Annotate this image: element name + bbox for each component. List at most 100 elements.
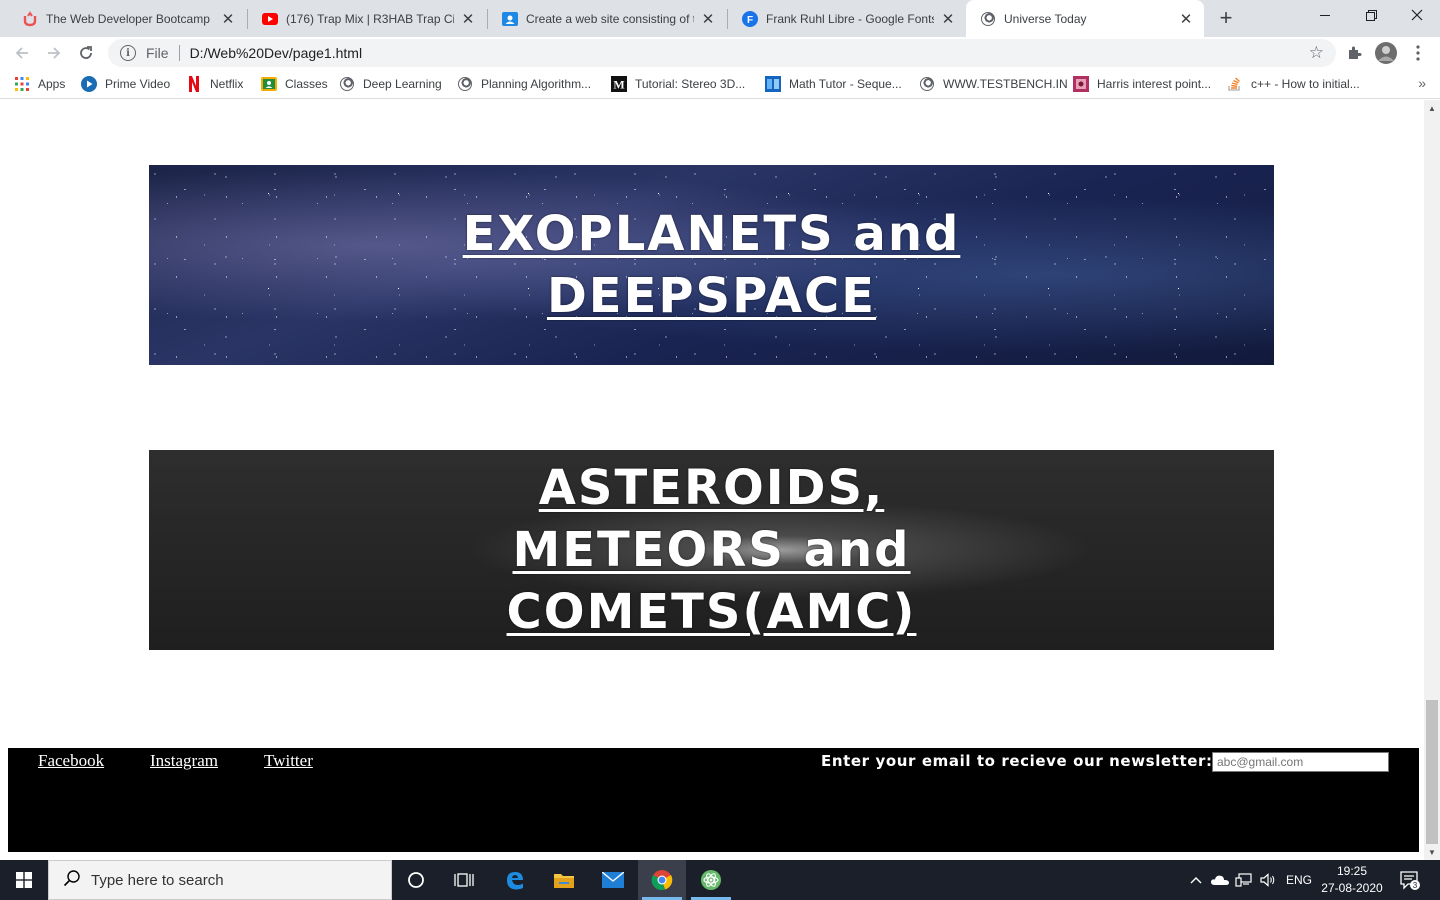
edge-browser-icon[interactable] <box>491 860 539 900</box>
reload-icon[interactable] <box>74 41 98 65</box>
chrome-icon[interactable] <box>638 860 686 900</box>
tab-strip: The Web Developer Bootcamp | U ✕ (176) T… <box>0 0 1440 37</box>
taskbar-search-box[interactable]: Type here to search <box>48 860 392 900</box>
clock-time: 19:25 <box>1336 864 1368 878</box>
extensions-icon[interactable] <box>1342 41 1366 65</box>
bookmark-star-icon[interactable]: ☆ <box>1309 43 1324 63</box>
tab-web-developer-bootcamp[interactable]: The Web Developer Bootcamp | U ✕ <box>8 0 246 37</box>
search-placeholder: Type here to search <box>91 871 224 889</box>
bookmark-netflix[interactable]: Netflix <box>186 75 243 93</box>
bookmark-label: Classes <box>285 77 328 91</box>
bookmark-planning-algorithm[interactable]: Planning Algorithm... <box>457 75 591 93</box>
clock-date: 27-08-2020 <box>1321 881 1383 895</box>
scrollbar-thumb[interactable] <box>1426 700 1438 844</box>
close-tab-icon[interactable]: ✕ <box>940 11 956 28</box>
onedrive-cloud-icon[interactable] <box>1208 860 1232 900</box>
forward-arrow-icon[interactable] <box>42 41 66 65</box>
address-url[interactable]: D:/Web%20Dev/page1.html <box>190 45 363 61</box>
tab-title: Frank Ruhl Libre - Google Fonts <box>766 11 934 26</box>
fonts-icon: F <box>742 10 758 27</box>
bookmark-label: Apps <box>38 77 66 91</box>
bookmark-label: Tutorial: Stereo 3D... <box>635 77 746 91</box>
medium-icon: M <box>611 76 627 92</box>
newsletter-email-input[interactable] <box>1212 752 1389 772</box>
newsletter-label: Enter your email to recieve our newslett… <box>821 752 1213 770</box>
bookmark-deep-learning[interactable]: Deep Learning <box>339 75 442 93</box>
stackoverflow-icon <box>1227 76 1243 92</box>
input-language[interactable]: ENG <box>1282 860 1316 900</box>
bookmark-classes[interactable]: Classes <box>261 75 328 93</box>
restore-icon[interactable] <box>1348 0 1394 30</box>
tab-title: Universe Today <box>1004 11 1087 26</box>
udemy-icon <box>22 10 38 27</box>
tab-frank-ruhl-libre[interactable]: F Frank Ruhl Libre - Google Fonts ✕ <box>728 0 966 37</box>
globe-icon <box>339 76 355 92</box>
show-hidden-icons-chevron-icon[interactable] <box>1184 860 1208 900</box>
bookmark-label: Netflix <box>210 77 244 91</box>
close-tab-icon[interactable]: ✕ <box>1178 11 1194 28</box>
volume-icon[interactable] <box>1256 860 1280 900</box>
bookmarks-bar: Apps Prime Video Netflix Classes Deep Le… <box>0 69 1440 99</box>
globe-icon <box>919 76 935 92</box>
page-footer: Facebook Instagram Twitter Enter your em… <box>8 748 1419 852</box>
bookmark-apps[interactable]: Apps <box>14 75 65 93</box>
address-scheme: File <box>146 45 169 61</box>
close-tab-icon[interactable]: ✕ <box>700 11 716 28</box>
tab-title: Create a web site consisting of tw <box>526 11 694 26</box>
task-view-icon[interactable] <box>440 860 488 900</box>
vertical-scrollbar[interactable]: ▲ ▼ <box>1424 100 1440 860</box>
tab-title: The Web Developer Bootcamp | U <box>46 11 214 26</box>
address-bar[interactable]: i File D:/Web%20Dev/page1.html ☆ <box>108 39 1336 67</box>
bookmark-cpp-initialize[interactable]: c++ - How to initial... <box>1227 75 1360 93</box>
network-icon[interactable] <box>1232 860 1256 900</box>
atom-editor-icon[interactable] <box>687 860 735 900</box>
prime-video-icon <box>81 76 97 92</box>
bookmark-label: c++ - How to initial... <box>1251 77 1360 91</box>
mail-icon[interactable] <box>589 860 637 900</box>
minimize-icon[interactable] <box>1302 0 1348 30</box>
bookmark-testbench[interactable]: WWW.TESTBENCH.IN <box>919 75 1068 93</box>
file-explorer-icon[interactable] <box>540 860 588 900</box>
globe-icon <box>457 76 473 92</box>
bookmark-label: Planning Algorithm... <box>481 77 592 91</box>
bookmark-harris-interest-point[interactable]: Harris interest point... <box>1073 75 1211 93</box>
tab-create-web-site[interactable]: Create a web site consisting of tw ✕ <box>488 0 726 37</box>
netflix-icon <box>186 76 202 92</box>
apps-grid-icon <box>14 76 30 92</box>
exoplanets-banner-title[interactable]: EXOPLANETS and DEEPSPACE <box>452 203 972 327</box>
tab-universe-today[interactable]: Universe Today ✕ <box>966 0 1204 37</box>
notification-count: 3 <box>1413 881 1418 890</box>
exoplanets-banner[interactable]: EXOPLANETS and DEEPSPACE <box>149 165 1274 365</box>
math-icon <box>765 76 781 92</box>
back-arrow-icon[interactable] <box>10 41 34 65</box>
bookmark-label: Prime Video <box>105 77 171 91</box>
cortana-icon[interactable] <box>392 860 440 900</box>
close-tab-icon[interactable]: ✕ <box>460 11 476 28</box>
close-tab-icon[interactable]: ✕ <box>220 11 236 28</box>
twitter-link[interactable]: Twitter <box>264 751 313 771</box>
search-icon <box>63 869 81 892</box>
scroll-down-arrow-icon[interactable]: ▼ <box>1424 844 1440 860</box>
bookmark-label: Deep Learning <box>363 77 442 91</box>
taskbar-clock[interactable]: 19:25 27-08-2020 <box>1318 863 1386 897</box>
instagram-link[interactable]: Instagram <box>150 751 218 771</box>
globe-icon <box>980 11 996 27</box>
scroll-up-arrow-icon[interactable]: ▲ <box>1424 100 1440 116</box>
facebook-link[interactable]: Facebook <box>38 751 104 771</box>
tab-trap-mix[interactable]: (176) Trap Mix | R3HAB Trap City ✕ <box>248 0 486 37</box>
bookmark-prime-video[interactable]: Prime Video <box>81 75 170 93</box>
asteroids-banner[interactable]: ASTEROIDS, METEORS and COMETS(AMC) <box>149 450 1274 650</box>
bookmark-stereo-3d[interactable]: M Tutorial: Stereo 3D... <box>611 75 745 93</box>
windows-start-icon[interactable] <box>0 860 48 900</box>
info-icon[interactable]: i <box>120 45 136 61</box>
profile-avatar[interactable] <box>1374 41 1398 65</box>
bookmarks-overflow-button[interactable]: » <box>1418 75 1426 91</box>
asteroids-banner-title[interactable]: ASTEROIDS, METEORS and COMETS(AMC) <box>502 457 922 643</box>
action-center-icon[interactable]: 3 <box>1394 860 1426 900</box>
bookmark-label: Harris interest point... <box>1097 77 1212 91</box>
bookmark-math-tutor[interactable]: Math Tutor - Seque... <box>765 75 902 93</box>
svg-text:M: M <box>613 78 624 92</box>
new-tab-button[interactable]: + <box>1214 5 1238 30</box>
menu-kebab-icon[interactable] <box>1406 41 1430 65</box>
close-window-icon[interactable] <box>1394 0 1440 30</box>
